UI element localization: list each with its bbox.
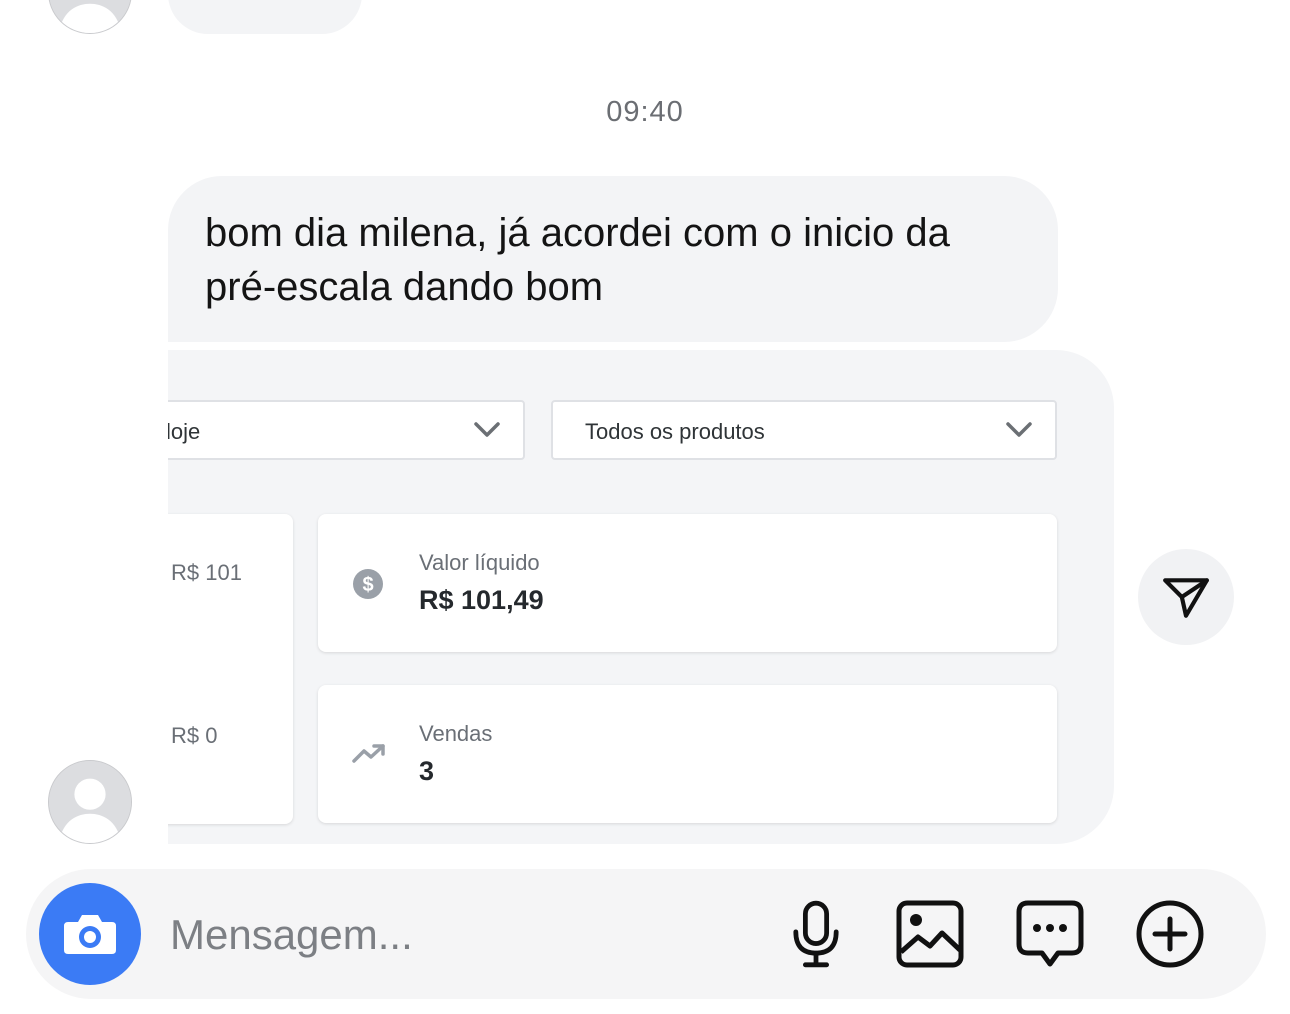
left-summary-card: R$ 101 R$ 0 9 [168, 514, 293, 824]
gallery-button[interactable] [894, 898, 966, 970]
image-message-bubble[interactable]: loje Todos os produtos R$ 101 R$ 0 9 $ V… [168, 350, 1114, 844]
send-paper-plane-icon [1163, 578, 1209, 618]
sender-avatar-top[interactable] [48, 0, 132, 34]
sticker-button[interactable] [1014, 898, 1086, 970]
left-card-value-2: R$ 0 [171, 723, 218, 748]
message-text: bom dia milena, já acordei com o inicio … [205, 211, 950, 309]
trending-up-icon [352, 744, 385, 763]
plus-circle-icon [1136, 900, 1204, 968]
chevron-down-icon [474, 422, 500, 437]
more-button[interactable] [1134, 898, 1206, 970]
sales-count: 3 [419, 756, 435, 786]
camera-icon [64, 915, 116, 954]
store-select-value: loje [168, 419, 201, 444]
net-value-amount: R$ 101,49 [419, 585, 544, 615]
product-select-value: Todos os produtos [585, 419, 765, 444]
net-value-card: $ Valor líquido R$ 101,49 [318, 514, 1057, 652]
chat-dots-icon [1016, 900, 1084, 967]
store-select: loje [168, 400, 525, 460]
left-card-value-1: R$ 101 [171, 560, 242, 585]
microphone-button[interactable] [780, 898, 852, 970]
share-button[interactable] [1138, 549, 1234, 645]
svg-text:$: $ [362, 574, 373, 596]
camera-button[interactable] [39, 883, 141, 985]
dollar-circle-icon: $ [353, 569, 383, 599]
microphone-icon [793, 900, 839, 968]
text-message-bubble[interactable]: bom dia milena, já acordei com o inicio … [168, 176, 1058, 342]
sales-label: Vendas [419, 721, 493, 746]
product-select: Todos os produtos [551, 400, 1057, 460]
message-input[interactable] [168, 900, 752, 970]
image-icon [896, 900, 964, 968]
message-timestamp: 09:40 [606, 96, 684, 128]
previous-message-bubble[interactable] [168, 0, 362, 34]
chevron-down-icon [1006, 422, 1032, 437]
sender-avatar[interactable] [48, 760, 132, 844]
sales-card: Vendas 3 [318, 685, 1057, 823]
net-value-label: Valor líquido [419, 550, 540, 575]
